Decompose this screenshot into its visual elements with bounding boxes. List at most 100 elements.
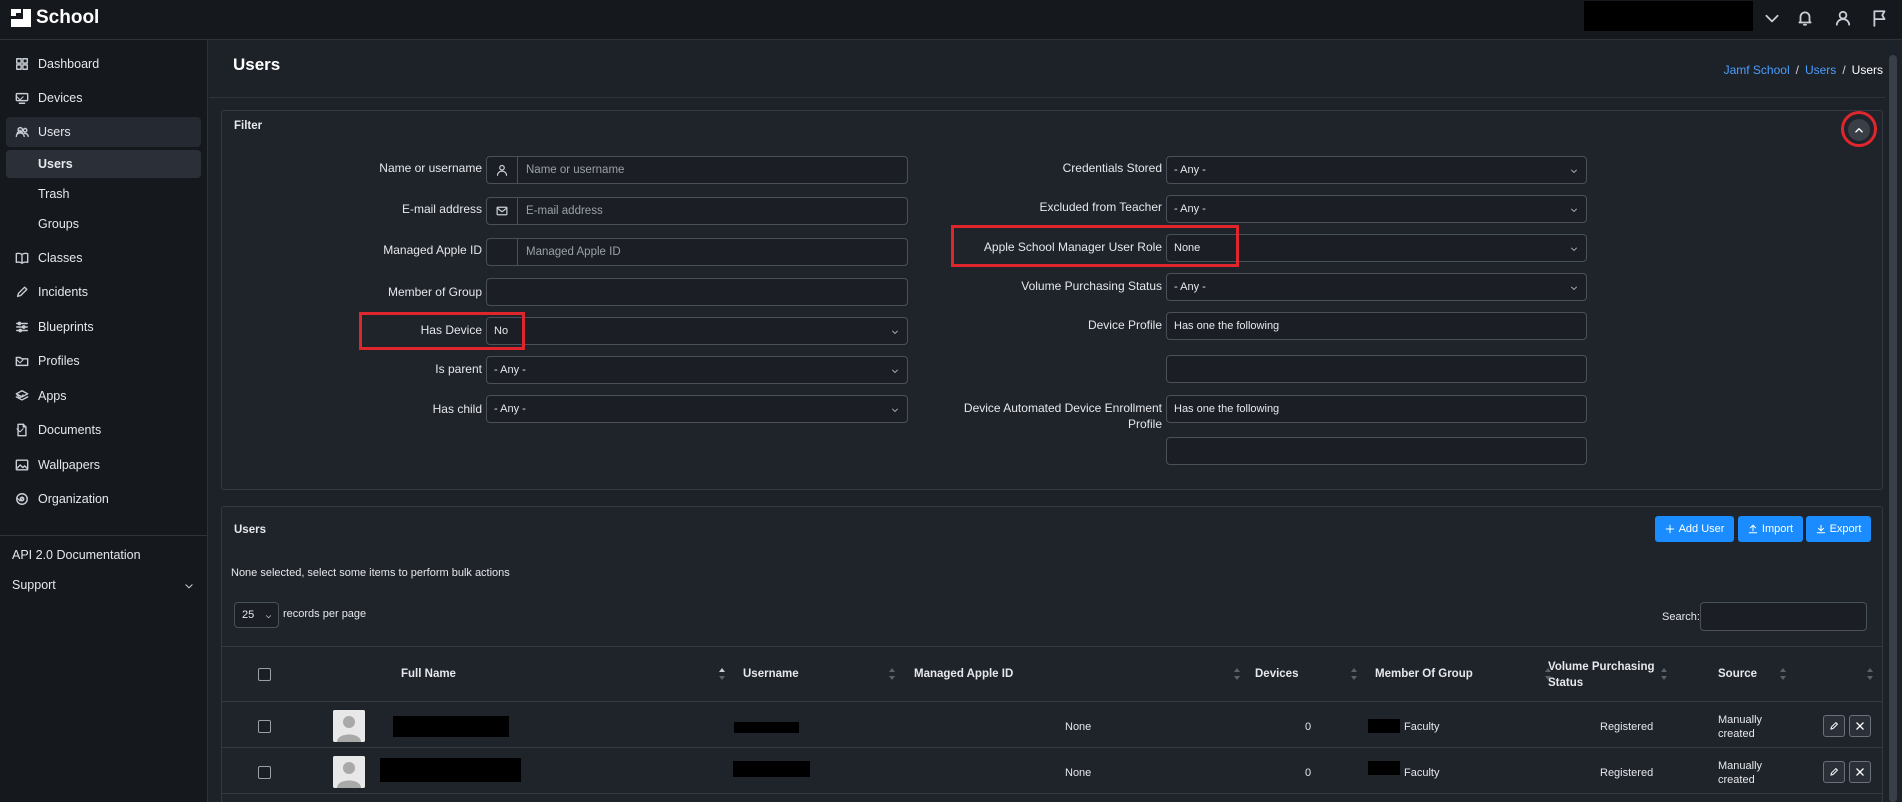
export-button[interactable]: Export bbox=[1806, 516, 1871, 542]
flag-icon[interactable] bbox=[1871, 9, 1889, 27]
column-volume-purchasing[interactable]: Volume Purchasing bbox=[1548, 661, 1655, 673]
vpp-select[interactable]: - Any - bbox=[1166, 273, 1587, 301]
ade-label-line-1: Device Automated Device Enrollment bbox=[963, 401, 1162, 415]
apple-id-field bbox=[486, 238, 908, 266]
has-child-select[interactable]: - Any - bbox=[486, 395, 908, 423]
asm-role-highlight-box bbox=[951, 225, 1239, 267]
sidebar-item-wallpapers[interactable]: Wallpapers bbox=[6, 450, 201, 480]
sidebar-divider bbox=[0, 535, 207, 536]
organization-selector-redacted[interactable] bbox=[1584, 1, 1753, 31]
email-input[interactable] bbox=[519, 198, 905, 224]
highlight-circle bbox=[1841, 111, 1877, 147]
bulk-actions-note: None selected, select some items to perf… bbox=[231, 567, 510, 579]
sort-icon[interactable] bbox=[1660, 667, 1668, 681]
is-parent-select[interactable]: - Any - bbox=[486, 356, 908, 384]
sidebar-item-label: Wallpapers bbox=[38, 458, 101, 472]
chevron-down-icon bbox=[1571, 169, 1577, 173]
search-input[interactable] bbox=[1700, 602, 1867, 631]
device-profile-mode-select[interactable]: Has one the following bbox=[1166, 312, 1587, 340]
api-documentation-link[interactable]: API 2.0 Documentation bbox=[12, 548, 141, 562]
sidebar-item-dashboard[interactable]: Dashboard bbox=[6, 49, 201, 79]
sort-icon[interactable] bbox=[1233, 667, 1241, 681]
table-row[interactable]: None 0 Faculty Registered Manually creat… bbox=[222, 703, 1882, 748]
sidebar-item-classes[interactable]: Classes bbox=[6, 243, 201, 273]
cell-member-of-group: Faculty bbox=[1404, 767, 1440, 779]
avatar bbox=[333, 756, 365, 788]
row-checkbox[interactable] bbox=[258, 720, 271, 733]
filter-panel: Filter Name or username E-mail address M… bbox=[221, 110, 1883, 490]
redacted-full-name[interactable] bbox=[393, 716, 509, 737]
ade-input[interactable] bbox=[1166, 437, 1587, 465]
has-device-select[interactable]: No bbox=[486, 317, 908, 345]
sidebar-item-support[interactable]: Support bbox=[12, 578, 56, 592]
is-parent-label: Is parent bbox=[435, 362, 482, 376]
sidebar-item-devices[interactable]: Devices bbox=[6, 83, 201, 113]
sidebar-item-documents[interactable]: Documents bbox=[6, 415, 201, 445]
top-bar: School bbox=[0, 0, 1902, 40]
image-icon bbox=[15, 459, 29, 471]
ade-mode-select[interactable]: Has one the following bbox=[1166, 395, 1587, 423]
redacted-group-prefix bbox=[1368, 719, 1400, 733]
sidebar-item-label: Users bbox=[38, 125, 71, 139]
add-user-button[interactable]: Add User bbox=[1655, 516, 1734, 542]
chevron-down-icon[interactable] bbox=[1763, 9, 1781, 27]
vpp-label: Volume Purchasing Status bbox=[1021, 279, 1162, 293]
column-full-name[interactable]: Full Name bbox=[401, 668, 456, 680]
column-source[interactable]: Source bbox=[1718, 668, 1757, 680]
table-header: Full Name Username Managed Apple ID Devi… bbox=[222, 646, 1882, 702]
sidebar-subitem-groups[interactable]: Groups bbox=[6, 210, 201, 238]
delete-button[interactable] bbox=[1849, 761, 1871, 783]
sidebar-item-users[interactable]: Users bbox=[6, 117, 201, 147]
sidebar-item-blueprints[interactable]: Blueprints bbox=[6, 312, 201, 342]
breadcrumb: Jamf School / Users / Users bbox=[1723, 63, 1883, 77]
sidebar-item-incidents[interactable]: Incidents bbox=[6, 277, 201, 307]
column-status[interactable]: Status bbox=[1548, 677, 1583, 689]
redacted-full-name[interactable] bbox=[380, 758, 521, 782]
person-icon bbox=[496, 164, 508, 176]
sidebar-item-profiles[interactable]: Profiles bbox=[6, 346, 201, 376]
credentials-select[interactable]: - Any - bbox=[1166, 156, 1587, 184]
has-child-label: Has child bbox=[432, 402, 482, 416]
sidebar-subitem-users[interactable]: Users bbox=[6, 150, 201, 178]
user-profile-icon[interactable] bbox=[1834, 9, 1852, 27]
delete-button[interactable] bbox=[1849, 715, 1871, 737]
app-title: School bbox=[36, 7, 100, 28]
page-title: Users bbox=[233, 55, 281, 74]
sidebar-item-apps[interactable]: Apps bbox=[6, 381, 201, 411]
name-input[interactable] bbox=[519, 157, 905, 183]
sort-icon[interactable] bbox=[1866, 667, 1874, 681]
sidebar-item-organization[interactable]: Organization bbox=[6, 484, 201, 514]
page-scrollbar[interactable] bbox=[1889, 55, 1897, 802]
sort-icon[interactable] bbox=[888, 667, 896, 681]
column-member-of-group[interactable]: Member Of Group bbox=[1375, 668, 1473, 680]
column-username[interactable]: Username bbox=[743, 668, 799, 680]
dashboard-icon bbox=[16, 58, 28, 70]
filter-title: Filter bbox=[234, 120, 263, 132]
sidebar-item-label: Devices bbox=[38, 91, 83, 105]
row-checkbox[interactable] bbox=[258, 766, 271, 779]
cell-source-line-2: created bbox=[1718, 774, 1755, 786]
records-per-page-select[interactable]: 25 bbox=[234, 602, 279, 628]
sort-icon[interactable] bbox=[1779, 667, 1787, 681]
edit-button[interactable] bbox=[1823, 715, 1845, 737]
sidebar-item-label: Profiles bbox=[38, 354, 80, 368]
cell-source-line-1: Manually bbox=[1718, 714, 1763, 726]
group-input[interactable] bbox=[486, 278, 908, 306]
table-row[interactable]: None 0 Faculty Registered Manually creat… bbox=[222, 749, 1882, 794]
column-devices[interactable]: Devices bbox=[1255, 668, 1298, 680]
import-button[interactable]: Import bbox=[1738, 516, 1803, 542]
excluded-select[interactable]: - Any - bbox=[1166, 195, 1587, 223]
bell-icon[interactable] bbox=[1796, 9, 1814, 27]
breadcrumb-users[interactable]: Users bbox=[1805, 63, 1836, 77]
sidebar-subitem-trash[interactable]: Trash bbox=[6, 180, 201, 208]
chevron-down-icon bbox=[16, 497, 24, 502]
select-all-checkbox[interactable] bbox=[258, 668, 271, 681]
sort-icon[interactable] bbox=[718, 667, 726, 681]
sort-icon[interactable] bbox=[1350, 667, 1358, 681]
apple-id-input[interactable] bbox=[519, 239, 905, 265]
edit-button[interactable] bbox=[1823, 761, 1845, 783]
device-profile-input[interactable] bbox=[1166, 355, 1587, 383]
redacted-username bbox=[733, 761, 810, 777]
breadcrumb-jamf-school[interactable]: Jamf School bbox=[1724, 63, 1790, 77]
column-managed-apple-id[interactable]: Managed Apple ID bbox=[914, 668, 1013, 680]
